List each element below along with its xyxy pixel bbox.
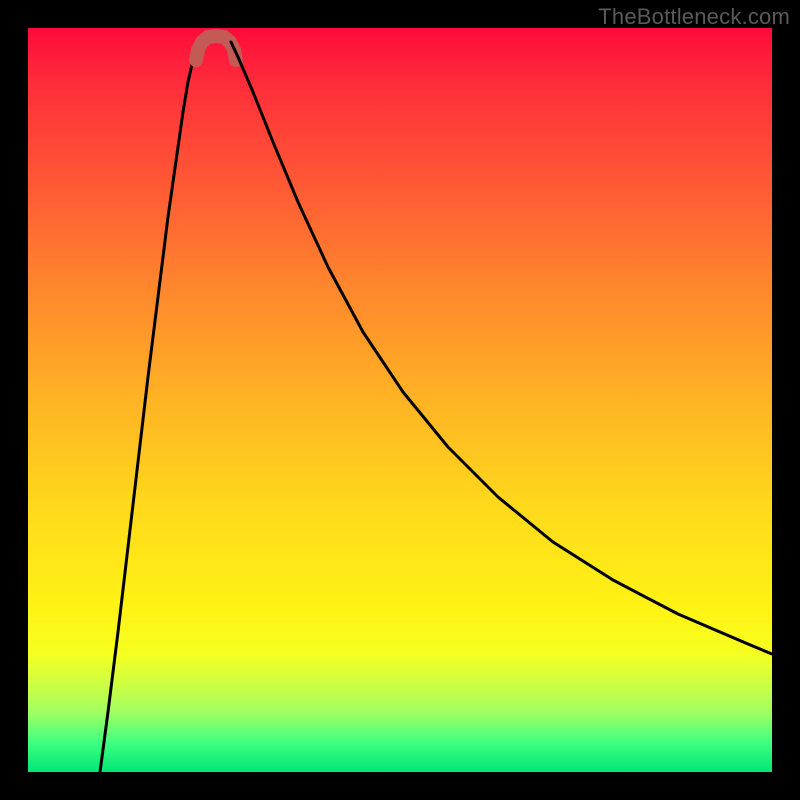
plot-area	[28, 28, 772, 772]
curve-svg	[28, 28, 772, 772]
chart-frame: TheBottleneck.com	[0, 0, 800, 800]
series-curve-right	[231, 42, 772, 654]
series-curve-left	[100, 42, 201, 772]
watermark-text: TheBottleneck.com	[598, 4, 790, 30]
series-trough-marker	[196, 36, 236, 60]
